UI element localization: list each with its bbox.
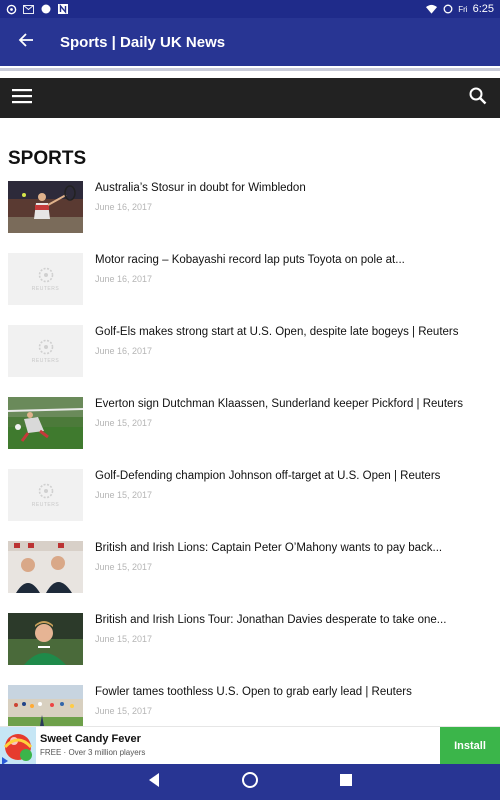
article-item[interactable]: Australia’s Stosur in doubt for Wimbledo… [0,181,500,253]
article-item[interactable]: British and Irish Lions: Captain Peter O… [0,541,500,613]
status-bar: Fri 6:25 [0,0,500,18]
tennis-thumbnail [8,181,83,233]
article-date: June 15, 2017 [95,634,153,644]
install-button[interactable]: Install [440,727,500,765]
article-item[interactable]: Everton sign Dutchman Klaassen, Sunderla… [0,397,500,469]
article-item[interactable]: British and Irish Lions Tour: Jonathan D… [0,613,500,685]
reuters-label: REUTERS [31,285,60,292]
article-headline[interactable]: Australia’s Stosur in doubt for Wimbledo… [95,182,490,194]
back-button[interactable] [0,18,52,66]
article-date: June 16, 2017 [95,274,153,284]
article-headline[interactable]: Golf-Els makes strong start at U.S. Open… [95,326,490,338]
wifi-icon [426,4,438,15]
nav-recents-button[interactable] [334,770,358,794]
status-day: Fri [458,4,468,14]
article-item[interactable]: REUTERS Golf-Els makes strong start at U… [0,325,500,397]
article-list: Australia’s Stosur in doubt for Wimbledo… [0,181,500,726]
site-nav-bar [0,78,500,118]
separator [0,66,500,78]
settings-icon [6,4,17,15]
article-date: June 16, 2017 [95,346,153,356]
article-date: June 16, 2017 [95,202,153,212]
circle-icon [40,4,51,15]
article-headline[interactable]: Golf-Defending champion Johnson off-targ… [95,470,490,482]
article-headline[interactable]: Everton sign Dutchman Klaassen, Sunderla… [95,398,490,410]
article-date: June 15, 2017 [95,490,153,500]
ad-subtitle: FREE · Over 3 million players [40,748,146,757]
reuters-logo-icon [38,267,53,282]
ad-title: Sweet Candy Fever [40,733,141,745]
article-date: June 15, 2017 [95,562,153,572]
nav-back-button[interactable] [142,770,166,794]
article-date: June 15, 2017 [95,418,153,428]
search-icon [469,87,487,110]
article-headline[interactable]: Fowler tames toothless U.S. Open to grab… [95,686,490,698]
press-conference-thumbnail [8,541,83,593]
ad-banner[interactable]: Sweet Candy Fever FREE · Over 3 million … [0,726,500,765]
system-nav-bar [0,764,500,800]
goalkeeper-thumbnail [8,397,83,449]
search-button[interactable] [456,78,500,118]
article-date: June 15, 2017 [95,706,153,716]
reuters-placeholder-thumbnail: REUTERS [8,253,83,305]
sync-icon [442,4,453,15]
gmail-icon [23,4,34,15]
golf-crowd-thumbnail [8,685,83,726]
app-bar: Sports | Daily UK News [0,18,500,66]
reuters-label: REUTERS [31,357,60,364]
reuters-placeholder-thumbnail: REUTERS [8,325,83,377]
article-item[interactable]: REUTERS Motor racing – Kobayashi record … [0,253,500,325]
recents-square-icon [339,773,353,792]
section-title: SPORTS [8,148,87,169]
arrow-back-icon [18,32,34,53]
reuters-logo-icon [38,339,53,354]
reuters-placeholder-thumbnail: REUTERS [8,469,83,521]
reuters-logo-icon [38,483,53,498]
rugby-player-thumbnail [8,613,83,665]
reuters-label: REUTERS [31,501,60,508]
page-title: Sports | Daily UK News [60,33,226,51]
home-circle-icon [241,771,259,794]
back-triangle-icon [147,772,161,793]
article-headline[interactable]: Motor racing – Kobayashi record lap puts… [95,254,490,266]
article-item[interactable]: REUTERS Golf-Defending champion Johnson … [0,469,500,541]
candy-game-icon [0,727,36,765]
content-area: SPORTS Australia’s Stosur in doubt for W… [0,118,500,726]
nav-home-button[interactable] [238,770,262,794]
menu-button[interactable] [0,78,44,118]
article-headline[interactable]: British and Irish Lions Tour: Jonathan D… [95,614,490,626]
article-item[interactable]: Fowler tames toothless U.S. Open to grab… [0,685,500,726]
status-time: 6:25 [472,3,494,15]
n-icon [57,4,68,15]
hamburger-menu-icon [12,88,32,109]
article-headline[interactable]: British and Irish Lions: Captain Peter O… [95,542,490,554]
